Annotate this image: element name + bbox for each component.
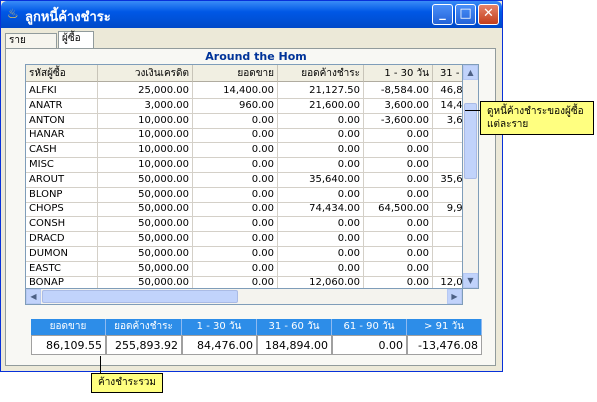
vertical-scrollbar[interactable]: ▲ ▼ [463, 64, 479, 289]
close-button[interactable]: ✕ [478, 4, 499, 25]
customer-grid[interactable]: รหัสผู้ซื้อ วงเงินเครดิต ยอดขาย ยอดค้างชำระ… [25, 64, 463, 289]
scroll-down-icon[interactable]: ▼ [463, 273, 478, 288]
grid-header-row: รหัสผู้ซื้อ วงเงินเครดิต ยอดขาย ยอดค้างชำระ… [26, 65, 462, 82]
col-credit-limit-header[interactable]: วงเงินเครดิต [98, 65, 193, 82]
summary-header-1-30: 1 - 30 วัน [182, 319, 257, 335]
summary-value-1-30: 84,476.00 [182, 335, 257, 355]
col-1-30-header[interactable]: 1 - 30 วัน [364, 65, 433, 82]
summary-value-sales: 86,109.55 [31, 335, 106, 355]
title-bar[interactable]: ♨ ลูกหนี้ค้างชำระ _ □ ✕ [1, 1, 502, 28]
col-31-60-cell: 12,06 [433, 274, 462, 288]
scroll-right-icon[interactable]: ▶ [447, 289, 462, 304]
col-outstanding-cell: 12,060.00 [278, 274, 364, 288]
window-title: ลูกหนี้ค้างชำระ [25, 10, 111, 25]
summary-header-over-91: > 91 วัน [407, 319, 482, 335]
summary-table: ยอดขาย 86,109.55 ยอดค้างชำระ 255,893.92 1 - … [31, 319, 482, 356]
callout-leader-line [100, 356, 101, 373]
summary-value-outstanding: 255,893.92 [106, 335, 182, 355]
summary-header-sales: ยอดขาย [31, 319, 106, 335]
horizontal-scrollbar[interactable]: ◀ ▶ [25, 289, 463, 305]
summary-value-31-60: 184,894.00 [257, 335, 332, 355]
summary-value-over-91: -13,476.08 [407, 335, 482, 355]
scroll-left-icon[interactable]: ◀ [26, 289, 41, 304]
maximize-icon: □ [459, 6, 472, 21]
grid-title: Around the Hom [205, 50, 307, 63]
col-outstanding-header[interactable]: ยอดค้างชำระ [278, 65, 364, 82]
app-window: ♨ ลูกหนี้ค้างชำระ _ □ ✕ รายละเอียด ผู้ซื… [0, 0, 503, 372]
minimize-icon: _ [439, 6, 446, 21]
col-credit-limit-cell: 50,000.00 [98, 274, 193, 288]
tab-customers[interactable]: ผู้ซื้อ [58, 31, 94, 49]
callout-leader-line [465, 110, 480, 111]
col-sales-header[interactable]: ยอดขาย [193, 65, 278, 82]
col-customer-code-cell: BONAP [26, 274, 98, 288]
col-sales-cell: 0.00 [193, 274, 278, 288]
total-outstanding-callout: ค้างชำระรวม [91, 373, 163, 393]
horizontal-scroll-thumb[interactable] [42, 290, 238, 303]
summary-header-61-90: 61 - 90 วัน [332, 319, 407, 335]
close-icon: ✕ [483, 6, 494, 21]
summary-value-61-90: 0.00 [332, 335, 407, 355]
col-31-60-header[interactable]: 31 - 6 [433, 65, 462, 82]
customer-balance-callout: ดูหนี้ค้างชำระของผู้ซื้อแต่ละราย [480, 101, 594, 135]
minimize-button[interactable]: _ [432, 4, 453, 25]
col-1-30-cell: 0.00 [364, 274, 433, 288]
tab-details[interactable]: รายละเอียด [5, 33, 57, 60]
vertical-scroll-thumb[interactable] [464, 103, 477, 179]
scroll-up-icon[interactable]: ▲ [463, 65, 478, 80]
summary-header-31-60: 31 - 60 วัน [257, 319, 332, 335]
col-customer-code-header[interactable]: รหัสผู้ซื้อ [26, 65, 98, 82]
summary-header-outstanding: ยอดค้างชำระ [106, 319, 182, 335]
maximize-button[interactable]: □ [455, 4, 476, 25]
app-icon: ♨ [7, 7, 19, 22]
table-row[interactable]: BONAP50,000.000.0012,060.000.0012,06 [26, 274, 462, 288]
